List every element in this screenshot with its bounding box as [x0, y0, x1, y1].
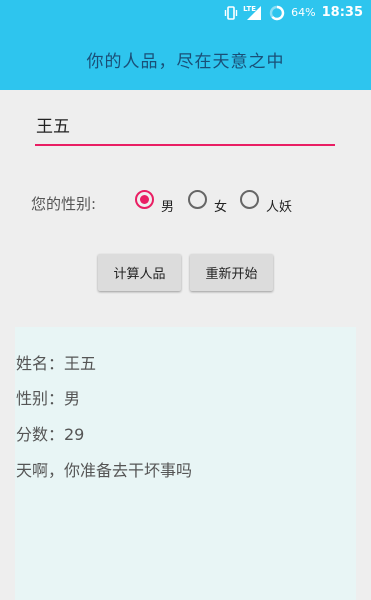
gender-label: 您的性别: — [31, 195, 97, 213]
gender-option-label: 女 — [214, 200, 228, 215]
radio-button-checked[interactable] — [135, 190, 154, 209]
status-icons: LTE 64% 18:35 — [223, 3, 363, 23]
status-bar: LTE 64% 18:35 — [0, 0, 371, 28]
clock: 18:35 — [321, 5, 363, 20]
radio-button[interactable] — [188, 190, 207, 209]
name-field-container — [35, 104, 335, 148]
result-comment: 天啊，你准备去干坏事吗 — [16, 461, 193, 480]
app-title: 你的人品，尽在天意之中 — [86, 51, 285, 72]
gender-option-label: 男 — [161, 200, 175, 215]
result-name: 姓名：王五 — [16, 354, 97, 373]
calculate-button[interactable]: 计算人品 — [98, 254, 181, 291]
name-input-underline — [35, 144, 335, 146]
reset-button[interactable]: 重新开始 — [190, 254, 273, 291]
radio-button[interactable] — [240, 190, 259, 209]
name-input[interactable] — [35, 104, 335, 144]
gender-radio-other[interactable]: 人妖 — [240, 190, 292, 215]
result-panel: 姓名：王五 性别：男 分数：29 天啊，你准备去干坏事吗 — [15, 327, 356, 600]
gender-radio-female[interactable]: 女 — [188, 190, 227, 215]
gender-radio-male[interactable]: 男 — [135, 190, 174, 215]
result-score: 分数：29 — [16, 425, 85, 444]
gender-option-label: 人妖 — [266, 200, 293, 215]
vibrate-icon — [223, 5, 239, 21]
app-bar: 你的人品，尽在天意之中 — [0, 28, 371, 90]
result-gender: 性别：男 — [16, 389, 81, 408]
battery-icon — [269, 5, 285, 21]
battery-percent: 64% — [291, 6, 316, 19]
network-type-label: LTE — [243, 5, 257, 13]
signal-icon: LTE — [243, 5, 263, 21]
